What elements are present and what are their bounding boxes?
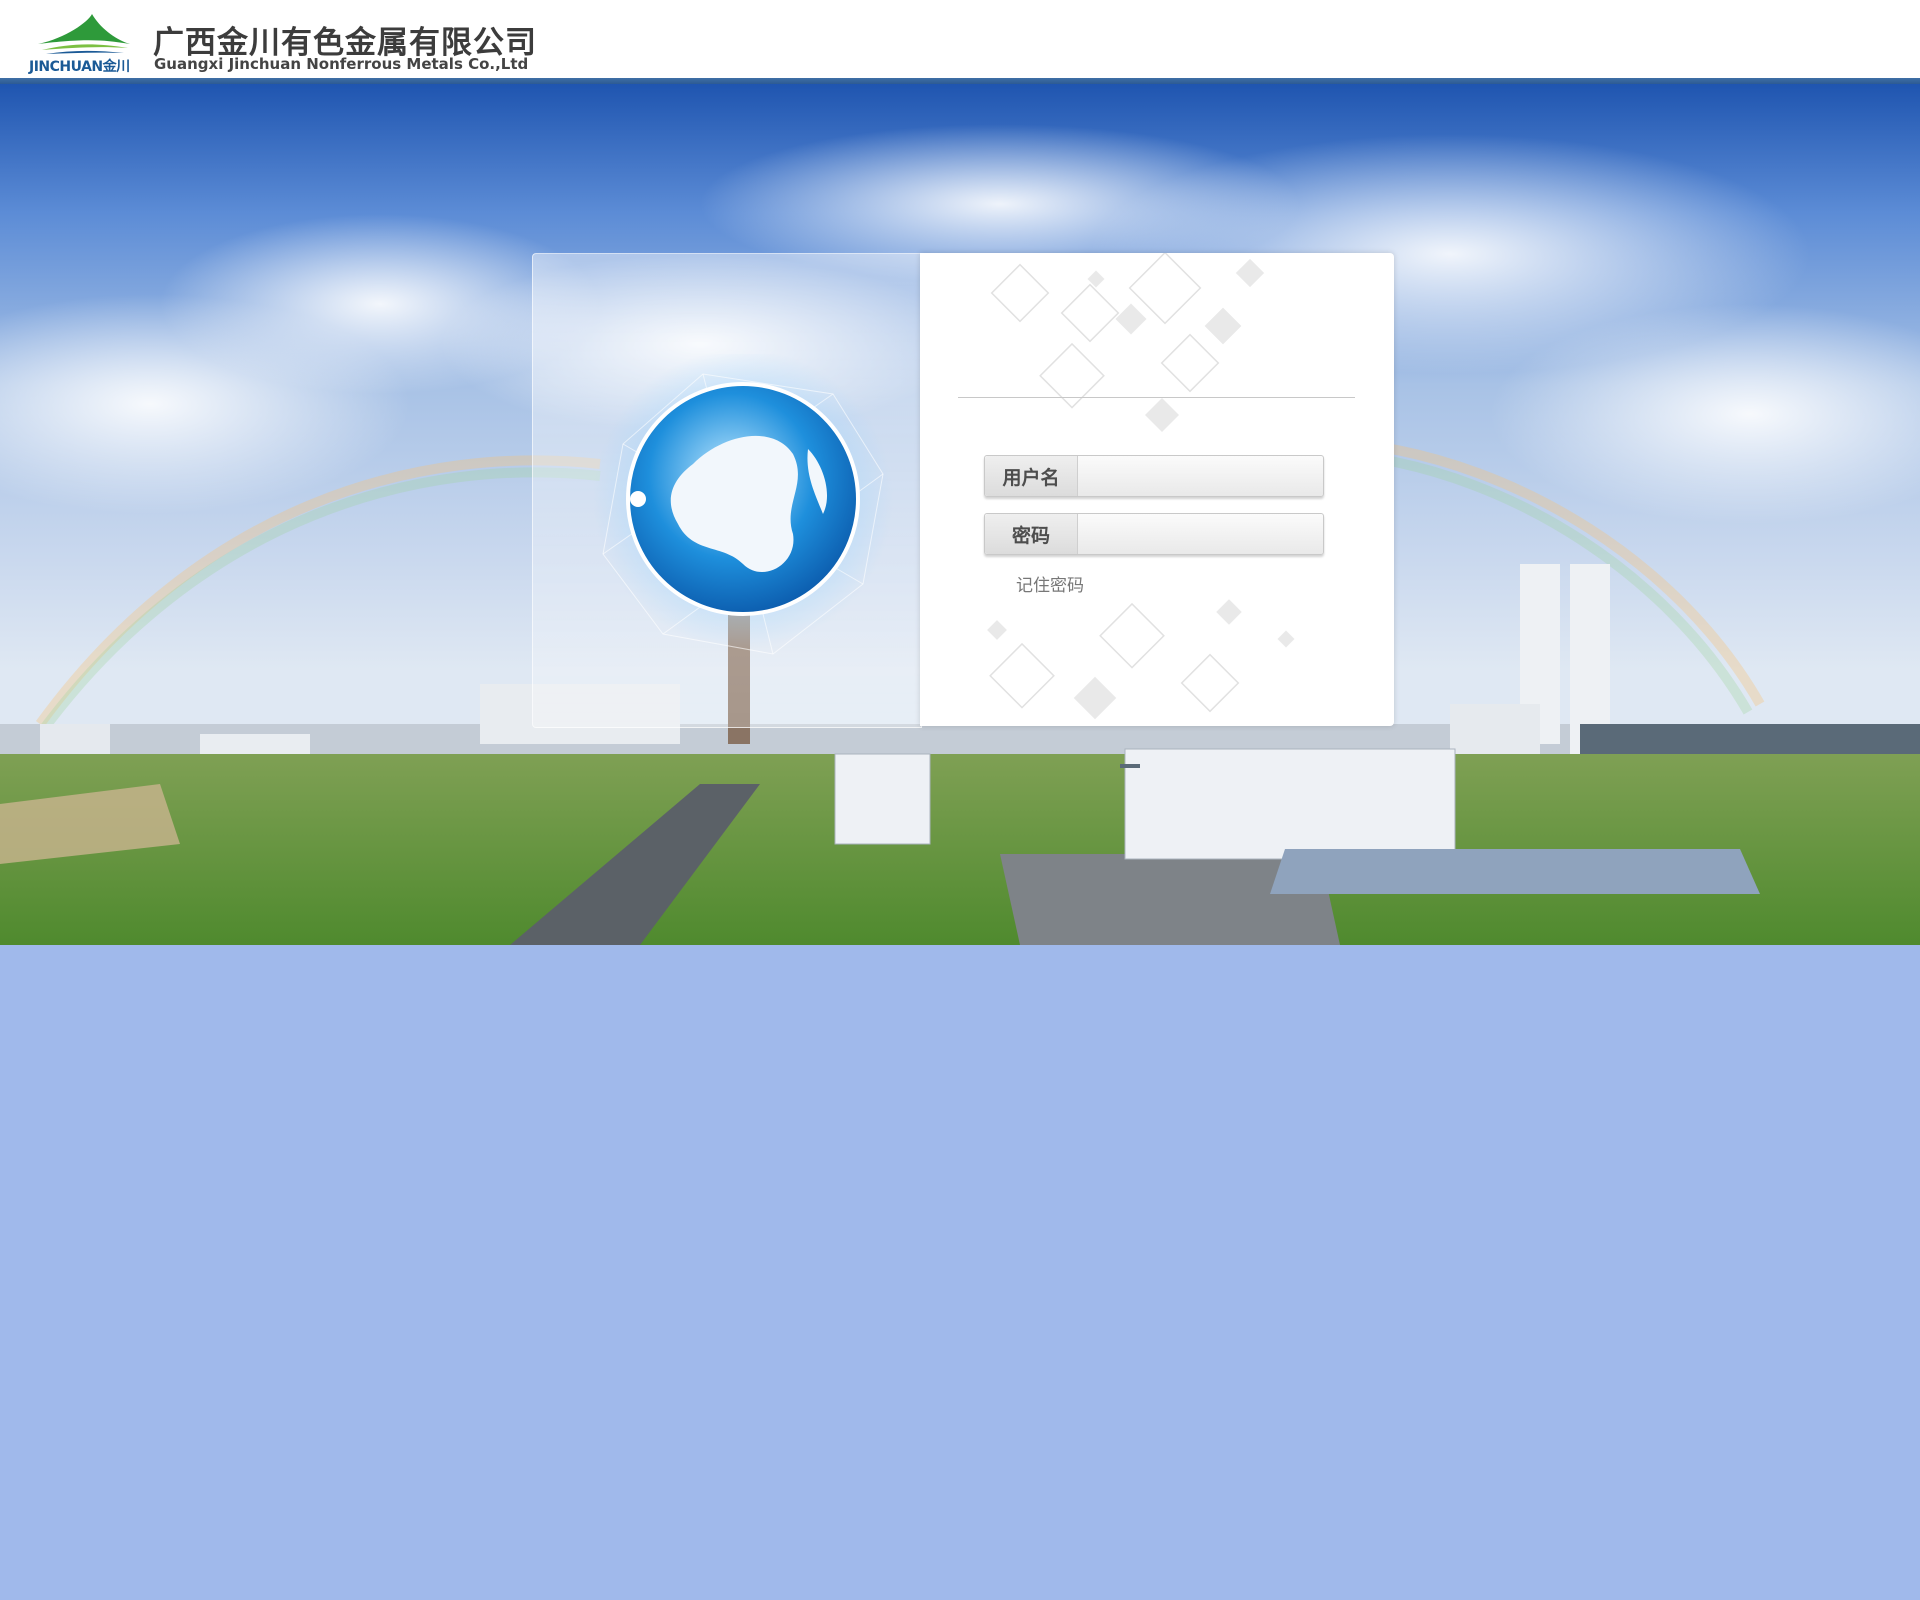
company-name-en: Guangxi Jinchuan Nonferrous Metals Co.,L… <box>154 55 529 73</box>
header: JINCHUAN金川 广西金川有色金属有限公司 Guangxi Jinchuan… <box>0 0 1920 78</box>
company-logo-icon <box>38 14 130 54</box>
remember-password-toggle[interactable]: 记住密码 <box>1016 571 1084 596</box>
username-label: 用户名 <box>985 456 1078 496</box>
username-field: 用户名 <box>984 455 1324 497</box>
login-form-panel: 用户名 密码 记住密码 <box>920 253 1394 726</box>
username-input[interactable] <box>1078 456 1323 496</box>
password-label: 密码 <box>985 514 1078 554</box>
password-field: 密码 <box>984 513 1324 555</box>
password-input[interactable] <box>1078 514 1323 554</box>
logo-wordmark: JINCHUAN金川 <box>29 59 130 75</box>
globe-icon <box>593 354 893 655</box>
login-graphic-panel <box>532 253 922 728</box>
decorative-pattern-top <box>990 253 1265 432</box>
decorative-pattern-bottom <box>987 599 1295 720</box>
form-divider <box>958 397 1355 398</box>
